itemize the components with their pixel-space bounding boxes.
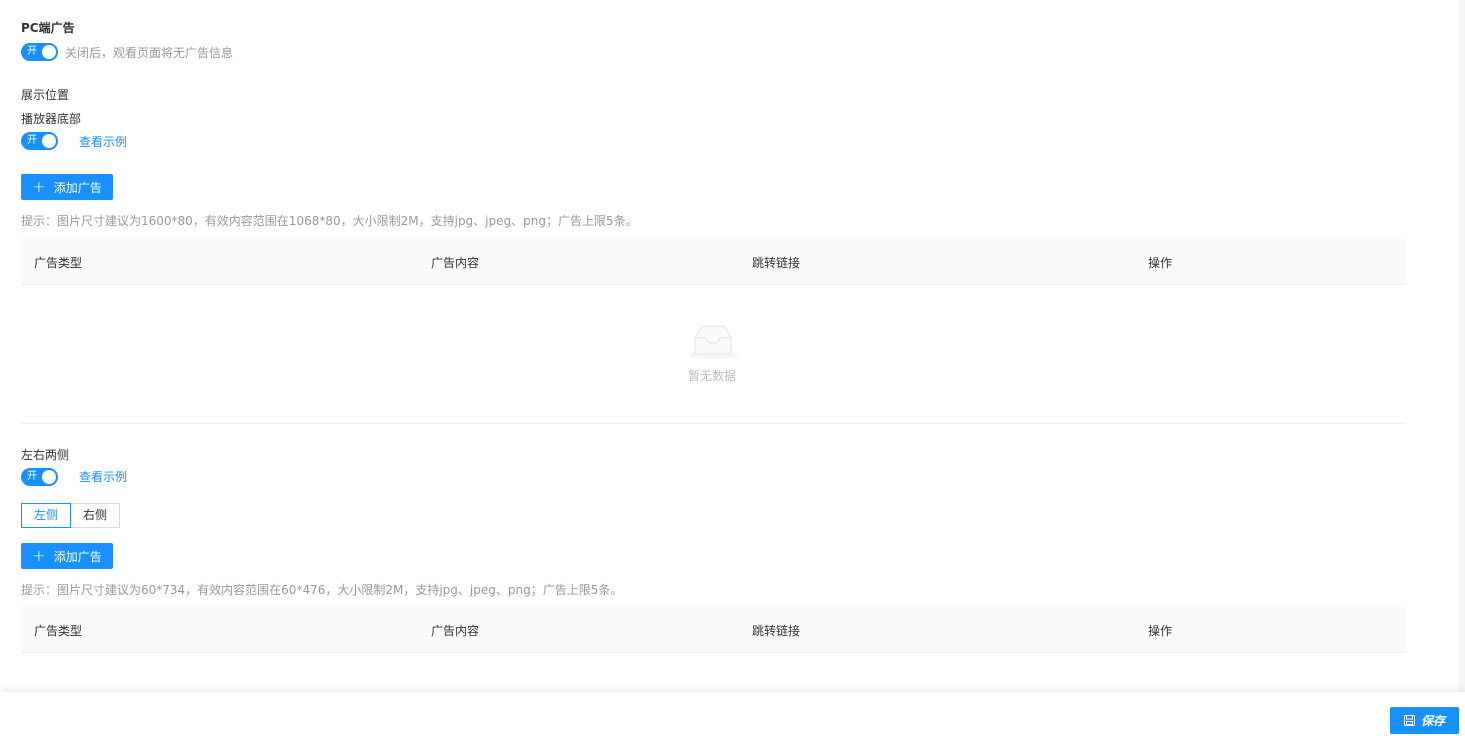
empty-inbox-icon — [688, 325, 738, 359]
scrollbar-track[interactable] — [1459, 0, 1465, 692]
player-bottom-size-hint: 提示：图片尺寸建议为1600*80，有效内容范围在1068*80，大小限制2M，… — [21, 214, 638, 228]
tab-left-side[interactable]: 左侧 — [21, 503, 72, 528]
add-ad-label: 添加广告 — [53, 180, 102, 195]
column-header-redirect-link: 跳转链接 — [752, 256, 801, 270]
toggle-knob — [42, 45, 56, 59]
side-ads-example-link[interactable]: 查看示例 — [79, 468, 127, 485]
toggle-knob — [42, 134, 56, 148]
toggle-on-text: 开 — [27, 135, 37, 146]
column-header-ad-content: 广告内容 — [431, 256, 480, 270]
plus-icon: + — [32, 546, 46, 565]
side-ads-table-header: 广告类型 广告内容 跳转链接 操作 — [21, 607, 1406, 653]
toggle-knob — [42, 470, 56, 484]
side-ads-add-ad-button[interactable]: + 添加广告 — [21, 543, 113, 569]
column-header-actions: 操作 — [1148, 256, 1173, 270]
ad-settings-page: PC端广告 开 关闭后，观看页面将无广告信息 展示位置 播放器底部 开 查看示例… — [0, 0, 1465, 736]
toggle-on-text: 开 — [27, 471, 37, 482]
column-header-redirect-link: 跳转链接 — [752, 624, 801, 638]
player-bottom-add-ad-button[interactable]: + 添加广告 — [21, 174, 113, 200]
side-ads-size-hint: 提示：图片尺寸建议为60*734，有效内容范围在60*476，大小限制2M，支持… — [21, 583, 623, 597]
column-header-actions: 操作 — [1148, 624, 1173, 638]
plus-icon: + — [32, 177, 46, 196]
pc-ad-toggle[interactable]: 开 — [21, 43, 58, 61]
player-bottom-table-empty: 暂无数据 — [21, 285, 1406, 424]
save-label: 保存 — [1420, 714, 1445, 728]
save-button[interactable]: 保存 — [1390, 707, 1459, 734]
column-header-ad-content: 广告内容 — [431, 624, 480, 638]
empty-state-text: 暂无数据 — [688, 369, 737, 383]
toggle-on-text: 开 — [27, 46, 37, 57]
side-ads-toggle[interactable]: 开 — [21, 468, 58, 486]
player-bottom-example-link[interactable]: 查看示例 — [79, 133, 127, 150]
side-tabs: 左侧 右侧 — [21, 503, 121, 528]
player-bottom-table-header: 广告类型 广告内容 跳转链接 操作 — [21, 239, 1406, 285]
add-ad-label: 添加广告 — [53, 549, 102, 564]
column-header-ad-type: 广告类型 — [34, 624, 83, 638]
display-position-title: 展示位置 — [21, 88, 70, 102]
pc-ad-title: PC端广告 — [21, 21, 75, 35]
column-header-ad-type: 广告类型 — [34, 256, 83, 270]
player-bottom-label: 播放器底部 — [21, 112, 82, 126]
side-ads-label: 左右两侧 — [21, 448, 70, 462]
footer-bar: 保存 — [0, 692, 1465, 736]
tab-right-side[interactable]: 右侧 — [71, 503, 121, 528]
player-bottom-toggle[interactable]: 开 — [21, 132, 58, 150]
save-icon — [1403, 715, 1415, 726]
pc-ad-toggle-hint: 关闭后，观看页面将无广告信息 — [65, 46, 234, 60]
